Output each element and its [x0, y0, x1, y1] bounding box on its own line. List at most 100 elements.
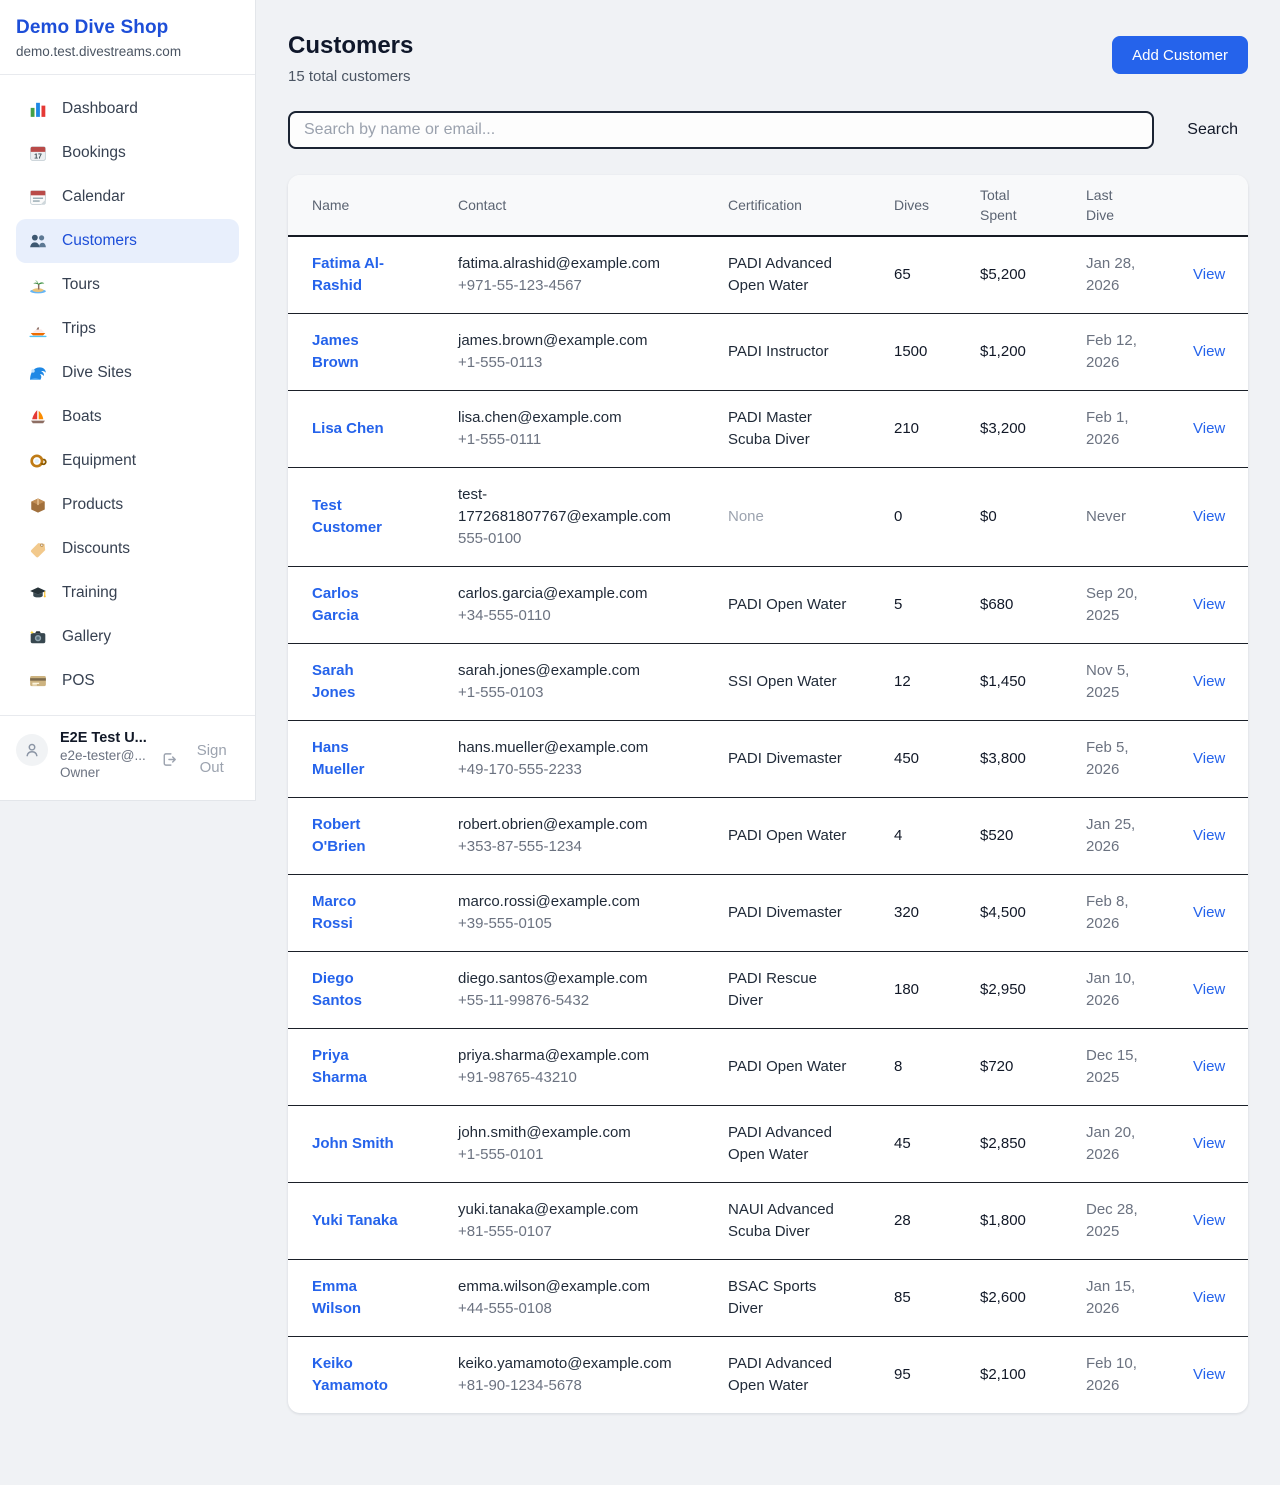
- customer-email: yuki.tanaka@example.com: [458, 1199, 678, 1221]
- sidebar-item-label: Bookings: [62, 144, 126, 162]
- customer-name-link[interactable]: Keiko Yamamoto: [312, 1355, 388, 1394]
- dives-count: 5: [894, 596, 902, 613]
- sidebar-item-customers[interactable]: Customers: [16, 219, 239, 263]
- customer-name-link[interactable]: Robert O'Brien: [312, 816, 366, 855]
- customer-name-link[interactable]: Diego Santos: [312, 970, 362, 1009]
- people-icon: [28, 231, 48, 251]
- customer-name-link[interactable]: Yuki Tanaka: [312, 1212, 398, 1229]
- dives-count: 180: [894, 981, 919, 998]
- view-link[interactable]: View: [1193, 981, 1225, 998]
- view-link[interactable]: View: [1193, 904, 1225, 921]
- dives-count: 28: [894, 1212, 911, 1229]
- customer-name-link[interactable]: Priya Sharma: [312, 1047, 367, 1086]
- sidebar-item-trips[interactable]: Trips: [16, 307, 239, 351]
- wave-icon: [28, 363, 48, 383]
- customer-name-link[interactable]: James Brown: [312, 332, 359, 371]
- customer-email: james.brown@example.com: [458, 330, 678, 352]
- certification: PADI Open Water: [728, 827, 846, 844]
- user-info: E2E Test U... e2e-tester@... Owner: [60, 730, 149, 780]
- view-link[interactable]: View: [1193, 1135, 1225, 1152]
- sidebar: Demo Dive Shop demo.test.divestreams.com…: [0, 0, 256, 801]
- sidebar-item-label: Trips: [62, 320, 96, 338]
- certification: PADI Divemaster: [728, 750, 842, 767]
- certification: NAUI Advanced Scuba Diver: [728, 1201, 834, 1240]
- table-row: Fatima Al-Rashidfatima.alrashid@example.…: [288, 236, 1248, 314]
- sidebar-item-dashboard[interactable]: Dashboard: [16, 87, 239, 131]
- sidebar-item-calendar[interactable]: Calendar: [16, 175, 239, 219]
- sign-out-label: Sign Out: [184, 742, 239, 776]
- last-dive-date: Feb 10, 2026: [1086, 1355, 1137, 1394]
- total-spent: $4,500: [980, 904, 1026, 921]
- customer-phone: +1-555-0113: [458, 352, 678, 374]
- customers-table: Name Contact Certification Dives Total S…: [288, 175, 1248, 1413]
- search-input[interactable]: [288, 111, 1154, 149]
- customer-email: diego.santos@example.com: [458, 968, 678, 990]
- sidebar-item-equipment[interactable]: Equipment: [16, 439, 239, 483]
- total-spent: $0: [980, 508, 997, 525]
- sidebar-item-label: Discounts: [62, 540, 130, 558]
- sign-out-button[interactable]: Sign Out: [161, 742, 240, 776]
- view-link[interactable]: View: [1193, 1212, 1225, 1229]
- total-spent: $1,450: [980, 673, 1026, 690]
- search-button[interactable]: Search: [1177, 115, 1248, 145]
- certification: PADI Instructor: [728, 343, 829, 360]
- view-link[interactable]: View: [1193, 596, 1225, 613]
- sidebar-item-label: Boats: [62, 408, 102, 426]
- main-content: Customers 15 total customers Add Custome…: [256, 0, 1280, 1445]
- sidebar-item-bookings[interactable]: 17Bookings: [16, 131, 239, 175]
- sidebar-item-dive-sites[interactable]: Dive Sites: [16, 351, 239, 395]
- view-link[interactable]: View: [1193, 343, 1225, 360]
- table-row: Robert O'Brienrobert.obrien@example.com+…: [288, 798, 1248, 875]
- sidebar-item-label: Tours: [62, 276, 100, 294]
- view-link[interactable]: View: [1193, 420, 1225, 437]
- app-root: Demo Dive Shop demo.test.divestreams.com…: [0, 0, 1280, 1445]
- sidebar-item-tours[interactable]: Tours: [16, 263, 239, 307]
- view-link[interactable]: View: [1193, 1289, 1225, 1306]
- sidebar-item-products[interactable]: Products: [16, 483, 239, 527]
- table-row: Test Customertest-1772681807767@example.…: [288, 468, 1248, 567]
- customer-name-link[interactable]: Fatima Al-Rashid: [312, 255, 384, 294]
- dives-count: 12: [894, 673, 911, 690]
- sidebar-item-discounts[interactable]: Discounts: [16, 527, 239, 571]
- sidebar-item-label: Products: [62, 496, 123, 514]
- customer-email: john.smith@example.com: [458, 1122, 678, 1144]
- add-customer-button[interactable]: Add Customer: [1112, 36, 1248, 74]
- sidebar-item-pos[interactable]: POS: [16, 659, 239, 703]
- customer-phone: +91-98765-43210: [458, 1067, 678, 1089]
- last-dive-date: Dec 28, 2025: [1086, 1201, 1138, 1240]
- calendar-icon: [28, 187, 48, 207]
- view-link[interactable]: View: [1193, 673, 1225, 690]
- sidebar-item-gallery[interactable]: Gallery: [16, 615, 239, 659]
- dives-count: 1500: [894, 343, 927, 360]
- camera-icon: [28, 627, 48, 647]
- certification: PADI Open Water: [728, 596, 846, 613]
- customer-phone: +39-555-0105: [458, 913, 678, 935]
- customer-name-link[interactable]: Emma Wilson: [312, 1278, 361, 1317]
- logout-icon: [161, 751, 177, 768]
- dives-count: 8: [894, 1058, 902, 1075]
- view-link[interactable]: View: [1193, 1366, 1225, 1383]
- graduation-cap-icon: [28, 583, 48, 603]
- view-link[interactable]: View: [1193, 750, 1225, 767]
- customer-name-link[interactable]: Carlos Garcia: [312, 585, 359, 624]
- customer-name-link[interactable]: Hans Mueller: [312, 739, 365, 778]
- customer-phone: 555-0100: [458, 528, 678, 550]
- sidebar-item-boats[interactable]: Boats: [16, 395, 239, 439]
- customer-name-link[interactable]: John Smith: [312, 1135, 394, 1152]
- sidebar-item-training[interactable]: Training: [16, 571, 239, 615]
- table-header-row: Name Contact Certification Dives Total S…: [288, 175, 1248, 236]
- total-spent: $3,200: [980, 420, 1026, 437]
- view-link[interactable]: View: [1193, 827, 1225, 844]
- package-icon: [28, 495, 48, 515]
- user-role: Owner: [60, 765, 149, 780]
- customer-name-link[interactable]: Lisa Chen: [312, 420, 384, 437]
- customer-name-link[interactable]: Marco Rossi: [312, 893, 356, 932]
- customer-phone: +1-555-0101: [458, 1144, 678, 1166]
- view-link[interactable]: View: [1193, 266, 1225, 283]
- total-spent: $3,800: [980, 750, 1026, 767]
- customer-name-link[interactable]: Sarah Jones: [312, 662, 355, 701]
- view-link[interactable]: View: [1193, 508, 1225, 525]
- view-link[interactable]: View: [1193, 1058, 1225, 1075]
- customer-name-link[interactable]: Test Customer: [312, 497, 382, 536]
- total-spent: $2,600: [980, 1289, 1026, 1306]
